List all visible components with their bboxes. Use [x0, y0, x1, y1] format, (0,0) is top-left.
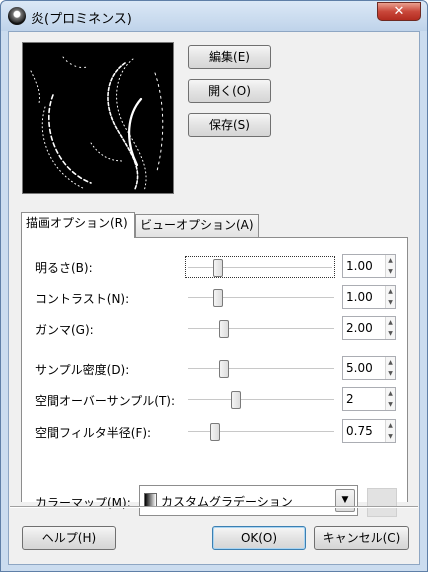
filter-radius-slider[interactable] [186, 421, 336, 443]
slider-thumb[interactable] [219, 360, 229, 378]
render-options-panel: 明るさ(B): 1.00 ▲ ▼ コントラスト(N): 1.00 ▲ ▼ ガンマ… [21, 237, 409, 517]
gamma-spinbox[interactable]: 2.00 ▲ ▼ [342, 316, 396, 340]
slider-thumb[interactable] [231, 391, 241, 409]
oversample-label: 空間オーバーサンプル(T): [35, 394, 176, 408]
chevron-down-icon[interactable]: ▼ [335, 489, 355, 512]
sample-density-spinbox[interactable]: 5.00 ▲ ▼ [342, 356, 396, 380]
filter-radius-value[interactable]: 0.75 [346, 424, 373, 438]
slider-track [188, 328, 334, 330]
colormap-select[interactable]: カスタムグラデーション ▼ [139, 485, 358, 516]
oversample-value[interactable]: 2 [346, 392, 354, 406]
dialog-body: 編集(E) 開く(O) 保存(S) 描画オプション(R) ビューオプション(A)… [8, 31, 420, 565]
spin-arrows-icon[interactable]: ▲ ▼ [385, 357, 395, 379]
spin-arrows-icon[interactable]: ▲ ▼ [385, 317, 395, 339]
contrast-value[interactable]: 1.00 [346, 290, 373, 304]
gamma-slider[interactable] [186, 318, 336, 340]
filter-radius-label: 空間フィルタ半径(F): [35, 426, 152, 440]
slider-thumb[interactable] [213, 289, 223, 307]
param-row-sample-density: サンプル密度(D): 5.00 ▲ ▼ [22, 356, 409, 382]
slider-track [188, 297, 334, 299]
spin-arrows-icon[interactable]: ▲ ▼ [385, 255, 395, 277]
param-row-contrast: コントラスト(N): 1.00 ▲ ▼ [22, 285, 409, 311]
app-icon [8, 7, 26, 25]
open-button[interactable]: 開く(O) [188, 79, 271, 103]
brightness-spinbox[interactable]: 1.00 ▲ ▼ [342, 254, 396, 278]
spin-arrows-icon[interactable]: ▲ ▼ [385, 388, 395, 410]
flame-preview-art [23, 43, 173, 193]
save-button[interactable]: 保存(S) [188, 113, 271, 137]
sample-density-slider[interactable] [186, 358, 336, 380]
brightness-slider[interactable] [185, 256, 335, 278]
slider-thumb[interactable] [219, 320, 229, 338]
cancel-button[interactable]: キャンセル(C) [314, 526, 409, 550]
param-row-filter-radius: 空間フィルタ半径(F): 0.75 ▲ ▼ [22, 419, 409, 445]
close-icon: ✕ [393, 4, 405, 19]
ok-button[interactable]: OK(O) [212, 526, 306, 550]
oversample-spinbox[interactable]: 2 ▲ ▼ [342, 387, 396, 411]
dialog-window: 炎(プロミネンス) ✕ 編集(E) 開く(O) 保存(S) 描画オプション(R)… [0, 0, 428, 572]
param-row-brightness: 明るさ(B): 1.00 ▲ ▼ [22, 254, 409, 280]
brightness-label: 明るさ(B): [35, 261, 93, 275]
spin-arrows-icon[interactable]: ▲ ▼ [385, 420, 395, 442]
contrast-label: コントラスト(N): [35, 292, 130, 306]
gamma-label: ガンマ(G): [35, 323, 94, 337]
filter-radius-spinbox[interactable]: 0.75 ▲ ▼ [342, 419, 396, 443]
title-bar[interactable]: 炎(プロミネンス) ✕ [1, 1, 427, 31]
colormap-label: カラーマップ(M): [35, 496, 131, 510]
tab-render-options[interactable]: 描画オプション(R) [21, 212, 135, 238]
contrast-spinbox[interactable]: 1.00 ▲ ▼ [342, 285, 396, 309]
spin-arrows-icon[interactable]: ▲ ▼ [385, 286, 395, 308]
slider-track [188, 399, 334, 401]
help-button[interactable]: ヘルプ(H) [22, 526, 116, 550]
brightness-value[interactable]: 1.00 [346, 259, 373, 273]
edit-button[interactable]: 編集(E) [188, 45, 271, 69]
slider-thumb[interactable] [213, 259, 223, 277]
oversample-slider[interactable] [186, 389, 336, 411]
window-title: 炎(プロミネンス) [31, 12, 132, 27]
close-button[interactable]: ✕ [377, 2, 421, 21]
flame-preview-image [22, 42, 174, 194]
slider-thumb[interactable] [210, 423, 220, 441]
sample-density-label: サンプル密度(D): [35, 363, 130, 377]
colormap-preview [367, 488, 397, 517]
sample-density-value[interactable]: 5.00 [346, 361, 373, 375]
contrast-slider[interactable] [186, 287, 336, 309]
param-row-oversample: 空間オーバーサンプル(T): 2 ▲ ▼ [22, 387, 409, 413]
separator [10, 506, 418, 508]
tab-view-options[interactable]: ビューオプション(A) [135, 214, 259, 237]
slider-track [188, 368, 334, 370]
gamma-value[interactable]: 2.00 [346, 321, 373, 335]
slider-track [188, 267, 332, 269]
param-row-gamma: ガンマ(G): 2.00 ▲ ▼ [22, 316, 409, 342]
